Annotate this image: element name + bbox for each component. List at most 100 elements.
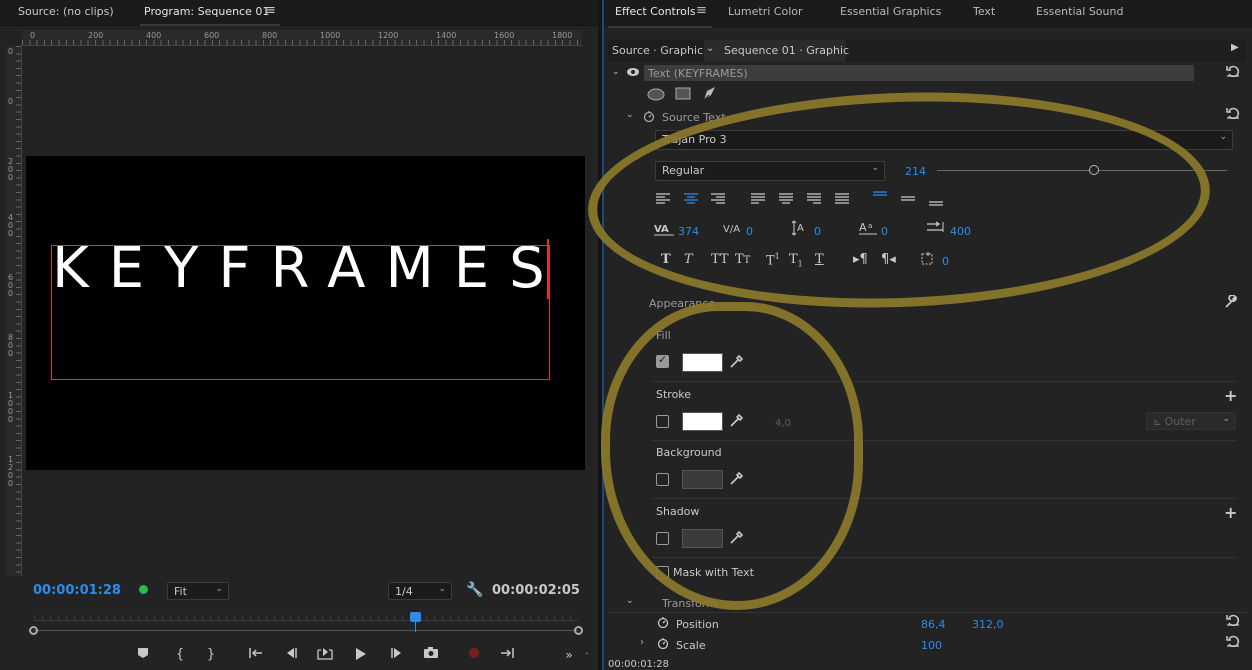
zoom-handle-right[interactable] [574,626,583,635]
stopwatch-icon[interactable] [657,637,669,652]
mark-out-icon[interactable]: } [202,647,220,663]
fill-color-swatch[interactable] [682,353,723,372]
tab-text[interactable]: Text [973,5,995,18]
align-bottom-icon[interactable] [928,196,944,213]
eyedropper-icon[interactable] [729,354,744,372]
tab-essential-graphics[interactable]: Essential Graphics [840,5,941,18]
button-editor-icon[interactable]: · [578,647,596,663]
more-icon[interactable]: » [560,647,578,663]
justify-all-icon[interactable] [834,192,850,209]
all-caps-icon[interactable]: TT [711,252,729,267]
eyedropper-icon[interactable] [729,471,744,489]
rtl-text-icon[interactable]: ¶◂ [881,252,896,267]
play-in-to-out-icon[interactable] [316,647,334,663]
zoom-scrollbar[interactable] [34,630,578,631]
leading-value[interactable]: 0 [814,225,821,238]
position-y-value[interactable]: 312,0 [972,618,1004,631]
fill-checkbox[interactable] [656,353,669,368]
eye-icon[interactable] [626,67,640,80]
baseline-shift-icon[interactable]: Aa [858,220,878,239]
underline-icon[interactable]: T [815,252,824,267]
tracking-icon[interactable]: VA [653,221,675,240]
record-icon[interactable] [465,647,483,663]
chevron-down-icon[interactable]: ⌄ [612,67,620,77]
reset-icon[interactable] [1226,107,1240,122]
ltr-text-icon[interactable]: ▸¶ [853,252,868,267]
export-frame-icon[interactable] [422,647,440,663]
stroke-type-select[interactable]: ⊾ Outer ⌄ [1146,412,1236,430]
kerning-icon[interactable]: V/A [722,221,742,240]
justify-right-icon[interactable] [806,192,822,209]
stroke-checkbox[interactable] [656,415,669,428]
justify-center-icon[interactable] [778,192,794,209]
tab-program-monitor[interactable]: Program: Sequence 01 [144,5,269,18]
align-middle-icon[interactable] [900,193,916,210]
chevron-right-icon[interactable]: › [640,637,644,648]
footer-timecode[interactable]: 00:00:01:28 [608,659,669,670]
shadow-checkbox[interactable] [656,532,669,545]
position-x-value[interactable]: 86,4 [921,618,946,631]
zoom-handle-left[interactable] [29,626,38,635]
step-back-icon[interactable] [282,647,300,663]
tab-essential-sound[interactable]: Essential Sound [1036,5,1123,18]
source-crumb[interactable]: Source · Graphic [612,44,703,57]
align-left-icon[interactable] [655,192,671,209]
small-caps-icon[interactable]: TT [735,252,750,267]
tsume-icon[interactable] [926,221,946,238]
text-layer-bar[interactable]: Text (KEYFRAMES) [644,65,1194,81]
background-color-swatch[interactable] [682,470,723,489]
mark-in-icon[interactable]: { [171,647,189,663]
stroke-color-swatch[interactable] [682,412,723,431]
scale-value[interactable]: 100 [921,639,942,652]
font-family-select[interactable]: Trajan Pro 3 ⌄ [655,130,1233,150]
reset-icon[interactable] [1226,635,1240,650]
ellipse-mask-icon[interactable] [647,88,665,104]
chevron-down-icon[interactable]: ⌄ [706,43,714,54]
align-right-icon[interactable] [710,192,726,209]
play-icon[interactable] [352,647,370,663]
time-ruler[interactable] [34,615,578,621]
hamburger-icon[interactable]: ≡ [696,3,707,18]
insert-icon[interactable] [499,647,517,663]
hamburger-icon[interactable]: ≡ [265,3,276,18]
marker-icon[interactable] [134,647,152,663]
tab-lumetri-color[interactable]: Lumetri Color [728,5,803,18]
font-size-value[interactable]: 214 [905,165,926,178]
wrench-icon[interactable] [1224,294,1238,312]
add-stroke-icon[interactable]: + [1224,386,1237,405]
tab-source-monitor[interactable]: Source: (no clips) [18,5,114,18]
justify-left-icon[interactable] [750,192,766,209]
sequence-crumb[interactable]: Sequence 01 · Graphic [724,44,849,57]
subscript-icon[interactable]: T1 [789,252,803,269]
playhead-timecode[interactable]: 00:00:01:28 [33,583,121,598]
reset-icon[interactable] [1226,65,1240,80]
baseline-value[interactable]: 0 [881,225,888,238]
pen-mask-icon[interactable] [702,86,718,105]
faux-bold-icon[interactable]: T [661,252,671,267]
tab-effect-controls[interactable]: Effect Controls [615,5,696,18]
shadow-color-swatch[interactable] [682,529,723,548]
add-shadow-icon[interactable]: + [1224,503,1237,522]
text-bounding-box[interactable] [51,245,550,380]
font-size-slider[interactable] [937,170,1227,171]
chevron-down-icon[interactable]: ⌄ [626,596,634,606]
chevron-down-icon[interactable]: ⌄ [626,110,634,120]
mask-with-text-checkbox[interactable] [656,566,669,579]
step-forward-icon[interactable] [388,647,406,663]
kerning-value[interactable]: 0 [746,225,753,238]
font-size-slider-handle[interactable] [1089,165,1099,175]
background-checkbox[interactable] [656,473,669,486]
go-to-in-icon[interactable] [247,647,265,663]
faux-italic-icon[interactable]: T [684,252,693,267]
mask-with-text-label[interactable]: Mask with Text [673,566,754,579]
eyedropper-icon[interactable] [729,530,744,548]
tsume-value[interactable]: 400 [950,225,971,238]
align-center-icon[interactable] [683,192,699,209]
stopwatch-icon[interactable] [643,110,655,125]
tab-width-value[interactable]: 0 [942,255,949,268]
stopwatch-icon[interactable] [657,616,669,631]
zoom-select[interactable]: Fit ⌄ [167,582,229,600]
eyedropper-icon[interactable] [729,413,744,431]
tracking-value[interactable]: 374 [678,225,699,238]
leading-icon[interactable]: A [791,219,811,240]
